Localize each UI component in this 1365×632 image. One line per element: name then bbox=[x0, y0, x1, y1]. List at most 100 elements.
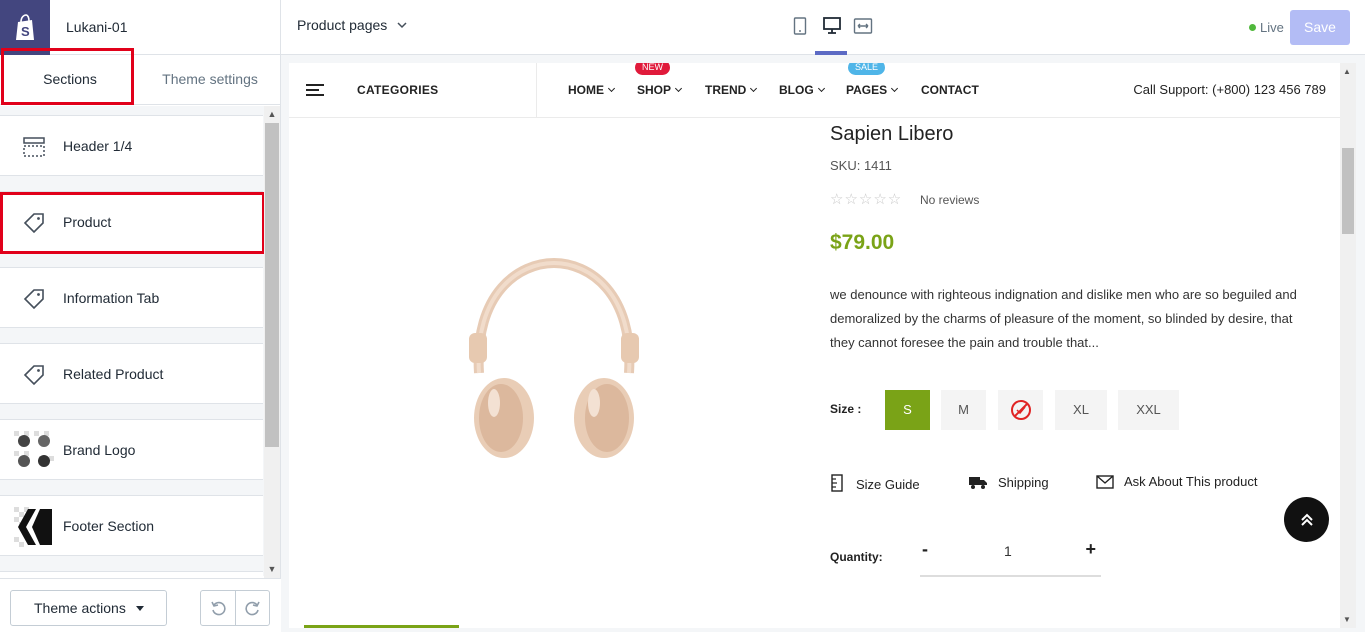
nav-divider bbox=[536, 63, 537, 118]
scroll-up-arrow-icon[interactable]: ▲ bbox=[267, 109, 277, 119]
size-option-s[interactable]: S bbox=[885, 390, 930, 430]
status-dot-icon bbox=[1249, 24, 1256, 31]
section-item-brand-logo[interactable]: Brand Logo bbox=[0, 419, 263, 480]
highlight-box-sections bbox=[1, 48, 134, 105]
scroll-down-arrow-icon[interactable]: ▼ bbox=[267, 564, 277, 574]
nav-item-home[interactable]: HOME bbox=[568, 83, 616, 97]
chevron-down-icon bbox=[397, 22, 407, 29]
quantity-increase-button[interactable]: + bbox=[1085, 539, 1096, 560]
live-status: Live bbox=[1249, 20, 1284, 35]
ask-about-product-link[interactable]: Ask About This product bbox=[1096, 474, 1257, 492]
section-list: Header 1/4 Product Information Tab Relat… bbox=[0, 106, 264, 576]
section-label: Information Tab bbox=[63, 290, 160, 306]
store-navigation: CATEGORIES HOME SHOP TREND BLOG PAGES CO… bbox=[289, 63, 1340, 118]
fullscreen-view-icon[interactable] bbox=[853, 17, 873, 37]
size-option-xxl[interactable]: XXL bbox=[1118, 390, 1179, 430]
section-item-related-product[interactable]: Related Product bbox=[0, 343, 263, 404]
product-sku: SKU: 1411 bbox=[830, 158, 892, 173]
nav-label: BLOG bbox=[779, 83, 814, 97]
section-item-information-tab[interactable]: Information Tab bbox=[0, 267, 263, 328]
product-title: Sapien Libero bbox=[830, 123, 954, 145]
tab-theme-settings[interactable]: Theme settings bbox=[140, 55, 280, 105]
caret-down-icon bbox=[136, 606, 144, 611]
rating-stars-icon: ☆☆☆☆☆ bbox=[830, 191, 903, 208]
page-select-label: Product pages bbox=[297, 17, 388, 33]
header-layout-icon bbox=[14, 130, 54, 164]
section-label: Related Product bbox=[63, 366, 164, 382]
quantity-input[interactable]: 1 bbox=[1004, 543, 1012, 559]
size-option-m[interactable]: M bbox=[941, 390, 986, 430]
shipping-label: Shipping bbox=[998, 475, 1049, 490]
save-button[interactable]: Save bbox=[1290, 10, 1350, 45]
sale-badge: SALE bbox=[848, 63, 886, 75]
section-label: Brand Logo bbox=[63, 442, 136, 458]
shipping-link[interactable]: Shipping bbox=[968, 474, 1049, 493]
size-guide-link[interactable]: Size Guide bbox=[830, 474, 920, 495]
back-to-top-button[interactable] bbox=[1284, 497, 1329, 542]
section-label: Footer Section bbox=[63, 518, 155, 534]
desktop-view-icon[interactable] bbox=[822, 17, 842, 37]
shopify-logo-icon[interactable]: S bbox=[0, 0, 50, 55]
sidebar-footer: Theme actions bbox=[0, 578, 281, 632]
scrollbar-thumb[interactable] bbox=[265, 123, 279, 447]
reviews-count: No reviews bbox=[920, 193, 980, 207]
preview-scrollbar[interactable]: ▲ ▼ bbox=[1340, 63, 1356, 628]
product-description: we denounce with righteous indignation a… bbox=[830, 287, 1297, 350]
unavailable-icon bbox=[1010, 400, 1031, 420]
sidebar-scrollbar[interactable]: ▲ ▼ bbox=[264, 106, 280, 578]
store-header: S Lukani-01 bbox=[0, 0, 281, 55]
quantity-label: Quantity: bbox=[830, 550, 883, 564]
undo-icon bbox=[211, 601, 226, 616]
editor-sidebar: S Lukani-01 Sections Theme settings Head… bbox=[0, 0, 281, 632]
double-chevron-up-icon bbox=[1300, 513, 1313, 526]
svg-text:S: S bbox=[21, 24, 30, 39]
nav-item-pages[interactable]: PAGES bbox=[846, 83, 899, 97]
section-item-footer[interactable]: Footer Section bbox=[0, 495, 263, 556]
nav-item-blog[interactable]: BLOG bbox=[779, 83, 825, 97]
active-tab-underline bbox=[304, 625, 459, 628]
undo-redo-group bbox=[200, 590, 270, 626]
new-badge: NEW bbox=[635, 63, 670, 75]
highlight-box-product bbox=[0, 192, 265, 254]
scroll-down-arrow-icon[interactable]: ▼ bbox=[1343, 615, 1351, 624]
ask-about-label: Ask About This product bbox=[1124, 474, 1258, 489]
scrollbar-thumb[interactable] bbox=[1342, 148, 1354, 234]
categories-menu[interactable]: CATEGORIES bbox=[357, 83, 438, 97]
support-phone: Call Support: (+800) 123 456 789 bbox=[1133, 82, 1326, 97]
product-image-headphones[interactable] bbox=[449, 253, 659, 463]
chevron-down-icon bbox=[607, 84, 616, 93]
active-device-indicator bbox=[815, 51, 847, 55]
brand-logo-thumbnail bbox=[14, 431, 54, 471]
product-price: $79.00 bbox=[830, 231, 895, 254]
quantity-stepper: - 1 + bbox=[920, 533, 1101, 577]
nav-label: PAGES bbox=[846, 83, 888, 97]
footer-thumbnail bbox=[14, 507, 54, 547]
tag-icon bbox=[14, 282, 54, 316]
section-item-header[interactable]: Header 1/4 bbox=[0, 115, 263, 176]
chevron-down-icon bbox=[891, 84, 899, 93]
section-item-partial[interactable] bbox=[0, 571, 263, 576]
redo-button[interactable] bbox=[236, 591, 270, 625]
hamburger-menu-icon[interactable] bbox=[306, 84, 324, 96]
theme-actions-label: Theme actions bbox=[34, 600, 126, 616]
tag-icon bbox=[14, 358, 54, 392]
mobile-view-icon[interactable] bbox=[793, 17, 813, 37]
size-option-xl[interactable]: XL bbox=[1055, 390, 1107, 430]
redo-icon bbox=[245, 601, 260, 616]
theme-editor: S Lukani-01 Sections Theme settings Head… bbox=[0, 0, 1365, 632]
editor-topbar: Product pages Live Save bbox=[281, 0, 1365, 55]
nav-item-contact[interactable]: CONTACT bbox=[921, 83, 979, 97]
envelope-icon bbox=[1096, 475, 1114, 492]
scroll-up-arrow-icon[interactable]: ▲ bbox=[1343, 67, 1351, 76]
ruler-icon bbox=[830, 474, 846, 495]
nav-item-trend[interactable]: TREND bbox=[705, 83, 758, 97]
store-name: Lukani-01 bbox=[66, 19, 128, 35]
live-status-label: Live bbox=[1260, 20, 1284, 35]
quantity-decrease-button[interactable]: - bbox=[922, 539, 928, 560]
undo-button[interactable] bbox=[201, 591, 235, 625]
nav-label: CONTACT bbox=[921, 83, 979, 97]
nav-item-shop[interactable]: SHOP bbox=[637, 83, 683, 97]
theme-actions-button[interactable]: Theme actions bbox=[10, 590, 167, 626]
page-select-dropdown[interactable]: Product pages bbox=[297, 17, 407, 33]
size-option-unavailable[interactable] bbox=[998, 390, 1043, 430]
